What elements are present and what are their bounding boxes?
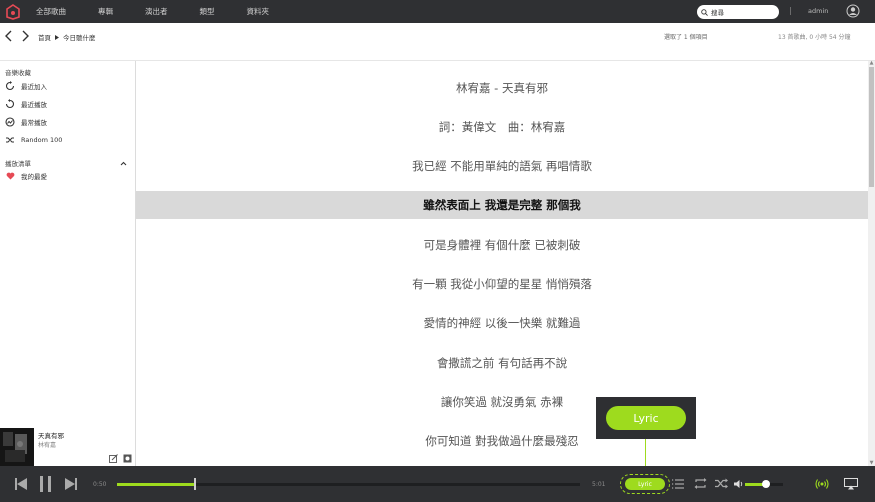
sidebar-item-random-100[interactable]: Random 100 xyxy=(0,131,135,149)
player-bar: 0:50 5:01 Lyric xyxy=(0,466,875,502)
image-icon[interactable] xyxy=(123,454,132,463)
song-summary: 13 首歌曲, 0 小時 54 分鐘 xyxy=(778,34,851,41)
broadcast-icon[interactable] xyxy=(815,477,829,491)
back-arrow-icon[interactable] xyxy=(4,30,14,42)
lyric-line[interactable]: 詞：黃偉文 曲：林宥嘉 xyxy=(136,113,868,141)
sidebar: 音樂收藏 最近加入 最近播放 最常播放 Random 100 播放清單 我的最愛… xyxy=(0,61,136,466)
playlist-queue-icon[interactable] xyxy=(672,479,684,489)
progress-handle[interactable] xyxy=(193,478,196,490)
recently-added-icon xyxy=(5,81,15,91)
header-separator: | xyxy=(789,6,792,15)
most-played-icon xyxy=(5,117,15,127)
volume-slider[interactable] xyxy=(745,480,783,488)
progress-fill xyxy=(117,483,194,486)
now-playing-artist: 林宥嘉 xyxy=(38,442,57,449)
sidebar-item-label: 最近加入 xyxy=(21,83,47,91)
lyric-line[interactable]: 會撒謊之前 有句話再不說 xyxy=(136,349,868,377)
now-playing-title: 天真有邪 xyxy=(38,432,64,440)
forward-arrow-icon[interactable] xyxy=(20,30,30,42)
lyric-line[interactable]: 可是身體裡 有個什麼 已被刺破 xyxy=(136,231,868,259)
album-cover[interactable] xyxy=(0,428,34,466)
lyric-line[interactable]: 愛情的神經 以後一快樂 就難過 xyxy=(136,309,868,337)
search-icon xyxy=(701,8,708,16)
sidebar-item-recently-played[interactable]: 最近播放 xyxy=(0,95,135,113)
nav-all-songs[interactable]: 全部歌曲 xyxy=(36,6,66,17)
sidebar-item-label: 最近播放 xyxy=(21,101,47,109)
lyric-line[interactable]: 我已經 不能用單純的語氣 再唱情歌 xyxy=(136,152,868,180)
volume-icon[interactable] xyxy=(734,479,744,489)
progress-bar[interactable] xyxy=(117,478,580,490)
screen-output-icon[interactable] xyxy=(844,478,858,490)
scroll-up-arrow-icon[interactable]: ▲ xyxy=(869,61,874,66)
lyrics-scrollbar[interactable]: ▲ ▼ xyxy=(868,61,875,466)
scrollbar-thumb[interactable] xyxy=(869,67,874,187)
breadcrumb: 首頁 今日聽什麼 xyxy=(38,32,96,42)
search-box[interactable] xyxy=(697,5,779,19)
search-input[interactable] xyxy=(711,8,771,16)
sidebar-item-favorites[interactable]: 我的最愛 xyxy=(0,169,135,183)
playlist-section-header[interactable]: 播放清單 xyxy=(0,157,135,169)
edit-icon[interactable] xyxy=(109,454,118,463)
lyric-callout: Lyric xyxy=(596,397,696,439)
breadcrumb-home[interactable]: 首頁 xyxy=(38,32,51,42)
sidebar-item-recently-added[interactable]: 最近加入 xyxy=(0,77,135,95)
nav-genres[interactable]: 類型 xyxy=(200,6,215,17)
chevron-up-icon[interactable] xyxy=(120,161,127,166)
duration-time: 5:01 xyxy=(592,481,606,488)
nav-folders[interactable]: 資料夾 xyxy=(247,6,270,17)
next-track-icon[interactable] xyxy=(64,477,78,491)
nav-albums[interactable]: 專輯 xyxy=(98,6,113,17)
sidebar-item-label: 最常播放 xyxy=(21,119,47,127)
user-avatar-icon[interactable] xyxy=(846,4,860,18)
lyric-line[interactable]: 你可知道 對我做過什麼最殘忍 xyxy=(136,427,868,455)
breadcrumb-current: 今日聽什麼 xyxy=(63,34,96,42)
previous-track-icon[interactable] xyxy=(14,477,28,491)
pause-icon[interactable] xyxy=(38,475,54,493)
volume-handle[interactable] xyxy=(761,480,770,488)
sidebar-item-label: 我的最愛 xyxy=(21,173,47,181)
lyric-line[interactable]: 讓你笑過 就沒勇氣 赤裸 xyxy=(136,388,868,416)
heart-icon xyxy=(5,171,15,181)
repeat-icon[interactable] xyxy=(694,478,707,489)
playlist-title: 播放清單 xyxy=(5,160,31,168)
sidebar-item-label: Random 100 xyxy=(21,136,63,144)
top-bar: 全部歌曲 專輯 演出者 類型 資料夾 | admin xyxy=(0,0,875,23)
user-name[interactable]: admin xyxy=(808,7,828,15)
elapsed-time: 0:50 xyxy=(93,481,107,488)
nav-artists[interactable]: 演出者 xyxy=(145,6,168,17)
shuffle-icon[interactable] xyxy=(715,478,728,489)
logo-icon[interactable] xyxy=(2,0,24,23)
now-playing-panel: 天真有邪 林宥嘉 xyxy=(0,428,135,466)
lyric-line[interactable]: 林宥嘉 - 天真有邪 xyxy=(136,74,868,102)
recently-played-icon xyxy=(5,99,15,109)
lyric-line-active[interactable]: 雖然表面上 我還是完整 那個我 xyxy=(136,191,868,219)
selection-count: 選取了 1 個項目 xyxy=(664,34,708,41)
breadcrumb-chevron-icon xyxy=(55,34,59,40)
lyric-line[interactable]: 有一顆 我從小仰望的星星 悄悄殞落 xyxy=(136,270,868,298)
library-title: 音樂收藏 xyxy=(5,69,31,77)
lyrics-panel: 林宥嘉 - 天真有邪 詞：黃偉文 曲：林宥嘉 我已經 不能用單純的語氣 再唱情歌 雖然… xyxy=(136,61,868,466)
lyric-toggle-button[interactable]: Lyric xyxy=(620,474,670,494)
sidebar-item-most-played[interactable]: 最常播放 xyxy=(0,113,135,131)
main-nav: 全部歌曲 專輯 演出者 類型 資料夾 xyxy=(36,6,301,17)
sub-header: 首頁 今日聽什麼 選取了 1 個項目 13 首歌曲, 0 小時 54 分鐘 xyxy=(0,23,875,61)
shuffle-icon xyxy=(5,135,15,145)
lyric-callout-button: Lyric xyxy=(606,406,686,430)
lyric-button-label: Lyric xyxy=(625,478,665,490)
